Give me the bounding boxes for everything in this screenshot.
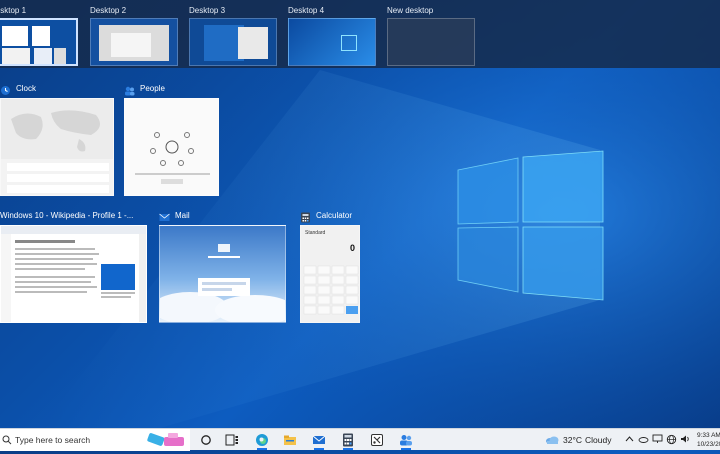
desktop-2[interactable]: Desktop 2 (90, 5, 180, 66)
window-title: Clock (16, 83, 37, 93)
window-header: Windows 10 - Wikipedia - Profile 1 -... (0, 207, 133, 223)
taskbar-people[interactable] (396, 431, 416, 450)
people-app-icon (124, 83, 135, 95)
window-header: People (124, 80, 165, 96)
weather-widget[interactable]: 32°C Cloudy (544, 429, 611, 451)
taskbar-file-explorer[interactable] (280, 431, 300, 449)
taskbar-calculator[interactable] (338, 431, 358, 450)
globe-icon[interactable] (666, 433, 677, 445)
task-view-button[interactable] (222, 431, 242, 449)
window-header: Clock (0, 80, 36, 96)
clock-date: 10/23/20 (697, 441, 720, 448)
window-thumbnail (159, 225, 286, 323)
desktop-1[interactable]: Desktop 1 (0, 5, 80, 66)
desktop-label: Desktop 4 (288, 6, 325, 15)
people-illustration (135, 132, 210, 184)
window-title: Calculator (316, 210, 353, 220)
cloud-icon (546, 436, 559, 444)
virtual-desktops-bar: Desktop 1 Desktop 2 Desktop 3 Desktop 4 … (0, 0, 720, 68)
window-header: Calculator (300, 207, 352, 223)
desktop-label: New desktop (387, 6, 434, 15)
mail-icon (312, 435, 326, 444)
calculator-icon (343, 433, 353, 447)
window-thumbnail (0, 98, 114, 196)
volume-icon[interactable] (680, 433, 691, 445)
snip-and-sketch-icon (371, 434, 383, 446)
onedrive-icon[interactable] (638, 433, 649, 445)
desktop-thumbnail (387, 18, 475, 66)
desktop-label: Desktop 2 (90, 6, 127, 15)
taskbar-snipping-tool[interactable] (367, 431, 387, 449)
wikipedia-page (1, 226, 146, 322)
world-map (1, 99, 113, 193)
desktop-4[interactable]: Desktop 4 (288, 5, 378, 66)
taskbar-edge[interactable] (252, 431, 272, 450)
new-desktop-button[interactable]: New desktop (387, 5, 477, 66)
chevron-up-icon[interactable] (624, 433, 635, 445)
search-icon (2, 435, 12, 445)
clock-app-icon (0, 83, 11, 95)
calculator-keypad (303, 265, 359, 315)
taskbar: Type here to search 32°C Cloudy 9:33 AM … (0, 428, 720, 451)
folder-icon (284, 435, 296, 445)
cortana-icon (201, 435, 211, 445)
window-title: People (140, 83, 165, 93)
mail-welcome-screen (160, 244, 285, 322)
clock-time: 9:33 AM (697, 432, 720, 439)
desktop-label: Desktop 3 (189, 6, 226, 15)
window-thumbnail: Standard 0 (300, 225, 360, 323)
people-icon (400, 435, 412, 446)
taskbar-clock[interactable]: 9:33 AM 10/23/20 (697, 431, 720, 449)
desktop-thumbnail (0, 18, 78, 66)
window-title: Mail (175, 210, 190, 220)
weather-condition: Cloudy (585, 435, 612, 445)
desktop-thumbnail (90, 18, 178, 66)
task-view-icon (225, 434, 238, 446)
calculator-app-icon (300, 210, 311, 222)
cortana-button[interactable] (196, 431, 216, 449)
system-tray (624, 433, 691, 445)
desktop-label: Desktop 1 (0, 6, 27, 15)
taskbar-mail[interactable] (309, 431, 329, 450)
taskbar-search-box[interactable]: Type here to search (0, 429, 190, 451)
mail-app-icon (159, 210, 170, 221)
window-header: Mail (159, 207, 190, 223)
desktop-thumbnail (288, 18, 376, 66)
network-icon[interactable] (652, 433, 663, 445)
desktop-3[interactable]: Desktop 3 (189, 5, 279, 66)
search-placeholder: Type here to search (15, 435, 91, 445)
window-thumbnail (0, 225, 147, 323)
desktop-thumbnail (189, 18, 277, 66)
edge-icon (256, 434, 268, 446)
window-thumbnail (124, 98, 219, 196)
window-title: Windows 10 - Wikipedia - Profile 1 -... (0, 210, 134, 220)
search-highlight-illustration (146, 431, 188, 454)
weather-temperature: 32°C (563, 435, 582, 445)
